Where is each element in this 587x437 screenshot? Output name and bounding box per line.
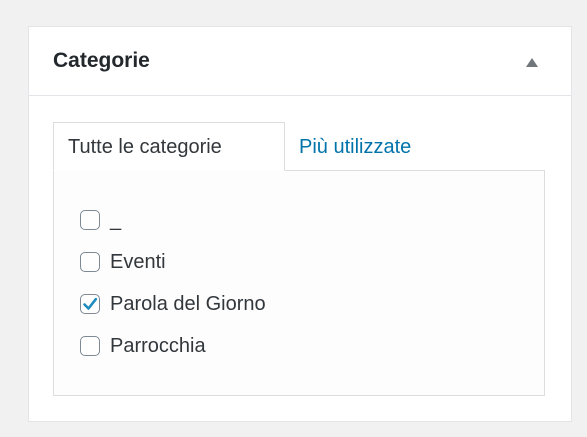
- categories-tab-panel: _ Eventi Parola del Giorno Parrocchia: [53, 170, 545, 396]
- tab-all-categories-label: Tutte le categorie: [68, 136, 222, 158]
- postbox-header: Categorie: [29, 27, 571, 96]
- category-item: Parrocchia: [80, 331, 206, 361]
- categories-postbox: Categorie Tutte le categorie Più utilizz…: [28, 26, 572, 422]
- category-checkbox[interactable]: [80, 336, 100, 356]
- category-checkbox[interactable]: [80, 294, 100, 314]
- tab-all-categories[interactable]: Tutte le categorie: [53, 122, 285, 171]
- category-checkbox[interactable]: [80, 252, 100, 272]
- category-item: _: [80, 205, 121, 235]
- toggle-panel-button[interactable]: [519, 49, 545, 75]
- category-label[interactable]: _: [110, 208, 121, 232]
- checkmark-icon: [83, 297, 98, 310]
- category-item: Eventi: [80, 247, 166, 277]
- category-label[interactable]: Eventi: [110, 250, 166, 274]
- category-item: Parola del Giorno: [80, 289, 266, 319]
- tab-most-used[interactable]: Più utilizzate: [299, 135, 411, 159]
- category-checkbox[interactable]: [80, 210, 100, 230]
- category-label[interactable]: Parrocchia: [110, 334, 206, 358]
- triangle-up-icon: [526, 58, 538, 67]
- postbox-title: Categorie: [53, 49, 150, 72]
- category-label[interactable]: Parola del Giorno: [110, 292, 266, 316]
